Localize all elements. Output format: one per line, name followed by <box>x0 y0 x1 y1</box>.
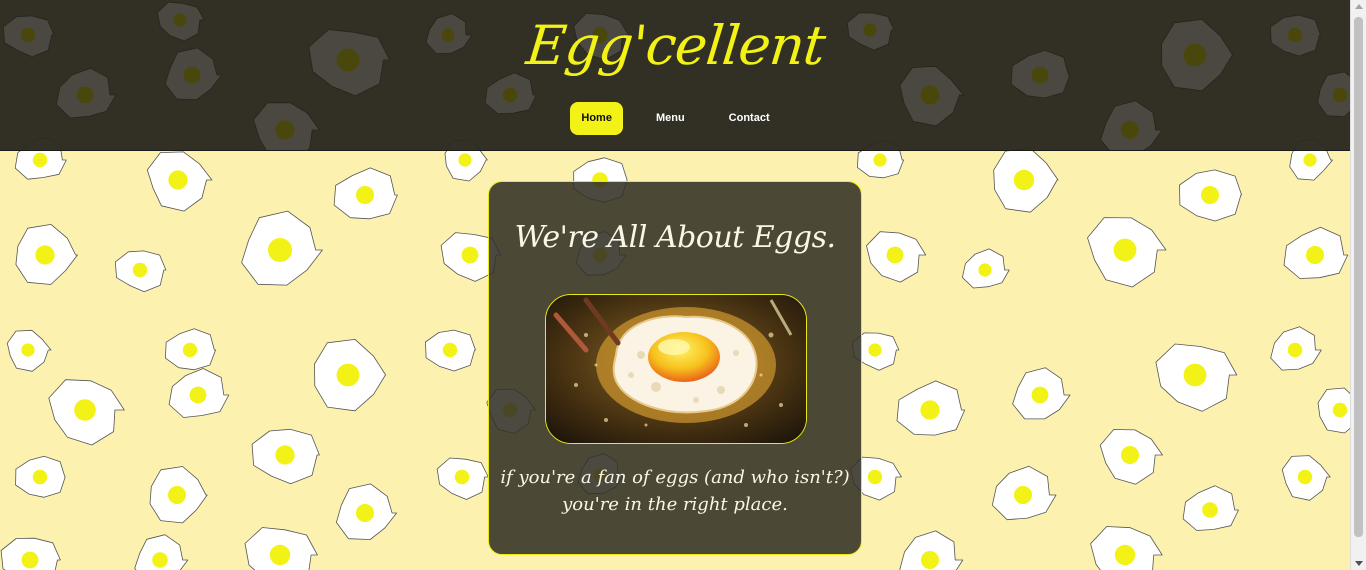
hero-card: We're All About Eggs. if you're a fan of… <box>488 181 862 555</box>
nav-item-menu[interactable]: Menu <box>645 102 696 135</box>
fried-egg-illustration <box>546 295 806 443</box>
nav-item-contact[interactable]: Contact <box>718 102 781 135</box>
scroll-thumb[interactable] <box>1354 17 1363 537</box>
hero-text: if you're a fan of eggs (and who isn't?)… <box>500 467 850 515</box>
fried-egg-image <box>545 294 807 444</box>
hero-heading: We're All About Eggs. <box>514 220 837 255</box>
site-title[interactable]: Egg'cellent <box>0 14 1351 79</box>
scroll-down-icon[interactable] <box>1355 561 1363 566</box>
site-header: Egg'cellent Home Menu Contact <box>0 0 1351 151</box>
vertical-scrollbar[interactable] <box>1350 0 1366 570</box>
main-nav: Home Menu Contact <box>0 102 1351 135</box>
scroll-up-icon[interactable] <box>1355 4 1363 9</box>
nav-item-home[interactable]: Home <box>570 102 623 135</box>
